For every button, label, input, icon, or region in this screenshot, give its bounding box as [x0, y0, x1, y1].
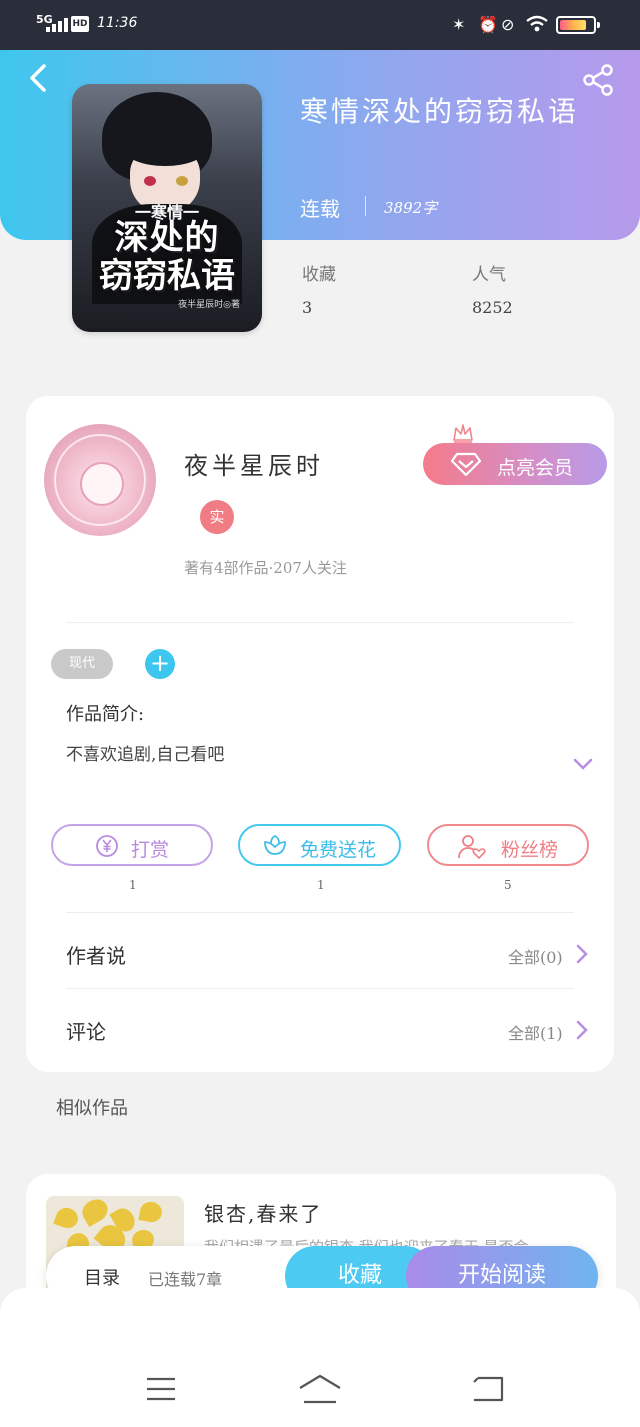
send-flower-button-label: 免费送花	[300, 839, 377, 861]
home-icon[interactable]	[298, 1374, 342, 1404]
expand-chevron-icon[interactable]	[572, 756, 594, 772]
popularity-label: 人气	[472, 265, 506, 285]
tip-button[interactable]: 打赏	[51, 824, 213, 866]
serial-status: 连载	[300, 197, 340, 221]
comments-all[interactable]: 全部(1)	[508, 1020, 563, 1044]
divider	[365, 196, 366, 216]
similar-book-title[interactable]: 银杏,春来了	[204, 1198, 322, 1227]
cover-title-line2: 窃窃私语	[99, 256, 235, 296]
diamond-icon	[451, 452, 481, 476]
author-name[interactable]: 夜半星辰时	[184, 446, 324, 481]
author-summary: 著有4部作品·207人关注	[184, 559, 347, 577]
popularity-value: 8252	[472, 298, 513, 317]
cover-title-line1: 深处的	[114, 218, 220, 258]
bluetooth-icon: ✶	[452, 15, 466, 34]
divider	[66, 622, 574, 623]
fan-rank-icon	[458, 835, 486, 860]
intro-text: 不喜欢追剧,自己看吧	[66, 745, 225, 765]
battery-icon	[556, 16, 600, 34]
mute-icon: ⊘	[501, 15, 515, 34]
crown-icon	[453, 424, 473, 443]
cover-byline: 夜半星辰时◎著	[178, 300, 240, 310]
clock-time: 11:36	[97, 15, 138, 31]
status-bar: 5G HD 11:36 ✶ ⏰ ⊘	[0, 0, 640, 50]
author-says-all[interactable]: 全部(0)	[508, 944, 563, 968]
chevron-right-icon	[576, 944, 588, 964]
hd-badge: HD	[71, 16, 89, 32]
divider	[66, 988, 574, 989]
signal-icon	[46, 16, 68, 32]
flower-count: 1	[317, 878, 325, 892]
book-cover[interactable]: 一寒情一 深处的 窃窃私语 夜半星辰时◎著	[72, 84, 262, 332]
yen-icon	[96, 835, 118, 857]
back-nav-icon[interactable]	[472, 1374, 504, 1402]
tip-button-label: 打赏	[131, 839, 170, 861]
menu-icon[interactable]	[146, 1376, 176, 1402]
comments-label: 评论	[66, 1020, 106, 1044]
fan-ranking-button-label: 粉丝榜	[501, 839, 559, 861]
flower-icon	[264, 834, 286, 855]
author-says-label: 作者说	[66, 944, 126, 968]
chapter-count: 已连载7章	[148, 1270, 223, 1289]
fan-count: 5	[504, 878, 512, 892]
catalog-button[interactable]: 目录	[84, 1264, 120, 1290]
fan-ranking-button[interactable]: 粉丝榜	[427, 824, 589, 866]
divider	[66, 912, 574, 913]
favorites-label: 收藏	[302, 265, 336, 285]
add-tag-button[interactable]: +	[145, 649, 175, 679]
chevron-right-icon	[576, 1020, 588, 1040]
word-count: 3892字	[384, 199, 438, 217]
system-nav-bar	[0, 1288, 640, 1427]
back-icon[interactable]	[26, 62, 50, 94]
favorites-value: 3	[302, 298, 313, 317]
tip-count: 1	[129, 878, 137, 892]
author-avatar[interactable]	[44, 424, 156, 536]
similar-works-heading: 相似作品	[56, 1098, 128, 1119]
wifi-icon	[526, 15, 548, 32]
alarm-icon: ⏰	[478, 15, 498, 34]
vip-button[interactable]: 点亮会员	[423, 443, 607, 485]
genre-tag[interactable]: 现代	[51, 649, 113, 679]
book-title: 寒情深处的窃窃私语	[300, 95, 580, 128]
intro-label: 作品简介:	[66, 704, 145, 725]
vip-button-label: 点亮会员	[497, 457, 574, 479]
verified-badge: 实	[200, 500, 234, 534]
send-flower-button[interactable]: 免费送花	[238, 824, 401, 866]
